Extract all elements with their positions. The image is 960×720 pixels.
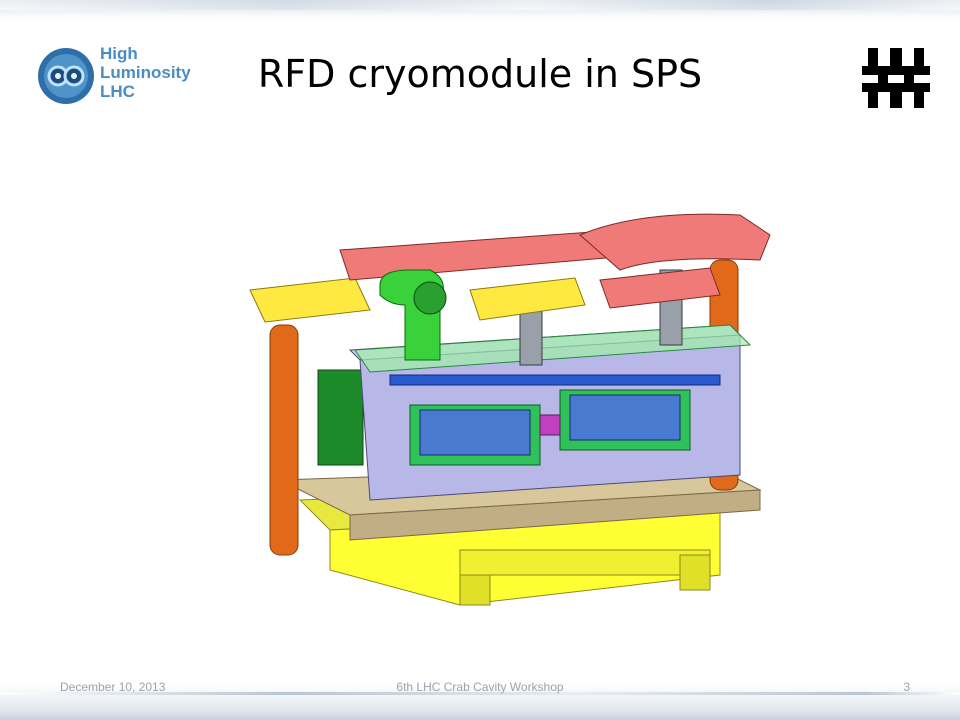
footer-event: 6th LHC Crab Cavity Workshop [396,680,564,694]
cryomodule-cad-drawing [249,213,771,606]
hl-line-1: High [100,44,138,63]
hl-lhc-rings-icon [38,48,94,104]
hl-line-3: LHC [100,82,135,101]
footer-page-number: 3 [903,680,910,694]
footer-date: December 10, 2013 [60,680,166,694]
fermilab-logo-icon [862,48,930,108]
top-decorative-band [0,0,960,18]
high-luminosity-lhc-logo: High Luminosity LHC [36,40,196,112]
hl-lhc-logo-text: High Luminosity LHC [100,44,191,101]
hl-line-2: Luminosity [100,63,191,82]
slide-title: RFD cryomodule in SPS [257,52,703,96]
